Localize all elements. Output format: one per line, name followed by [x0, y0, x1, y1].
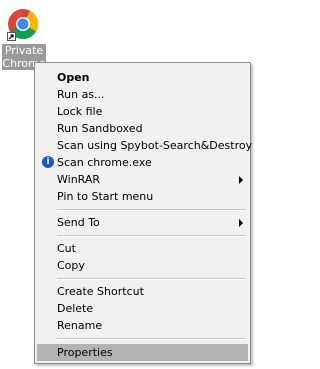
menu-item-send-to[interactable]: Send To — [37, 214, 248, 231]
menu-item-winrar-label: WinRAR — [57, 173, 101, 186]
menu-item-rename[interactable]: Rename — [37, 317, 248, 334]
info-icon: i — [42, 156, 54, 168]
shortcut-arrow-icon — [7, 32, 16, 41]
menu-item-delete[interactable]: Delete — [37, 300, 248, 317]
menu-item-scan-spybot[interactable]: Scan using Spybot-Search&Destroy — [37, 137, 252, 154]
menu-item-scan-chrome-label: Scan chrome.exe — [57, 156, 152, 169]
menu-item-run-as[interactable]: Run as... — [37, 86, 248, 103]
menu-item-lock-file[interactable]: Lock file — [37, 103, 248, 120]
menu-item-run-sandboxed[interactable]: Run Sandboxed — [37, 120, 248, 137]
menu-separator — [57, 235, 246, 237]
menu-item-pin-to-start[interactable]: Pin to Start menu — [37, 188, 248, 205]
submenu-arrow-icon — [239, 219, 243, 227]
menu-separator — [57, 209, 246, 211]
menu-item-copy[interactable]: Copy — [37, 257, 248, 274]
menu-item-cut[interactable]: Cut — [37, 240, 248, 257]
menu-item-properties[interactable]: Properties — [37, 344, 248, 361]
menu-item-send-to-label: Send To — [57, 216, 100, 229]
menu-item-create-shortcut[interactable]: Create Shortcut — [37, 283, 248, 300]
context-menu: Open Run as... Lock file Run Sandboxed S… — [34, 62, 252, 364]
menu-separator — [57, 278, 246, 280]
submenu-arrow-icon — [239, 176, 243, 184]
menu-separator — [57, 338, 246, 340]
menu-item-winrar[interactable]: WinRAR — [37, 171, 248, 188]
icon-label-line1: Private — [4, 44, 44, 57]
menu-item-open[interactable]: Open — [37, 69, 248, 86]
menu-item-scan-chrome[interactable]: i Scan chrome.exe — [37, 154, 248, 171]
